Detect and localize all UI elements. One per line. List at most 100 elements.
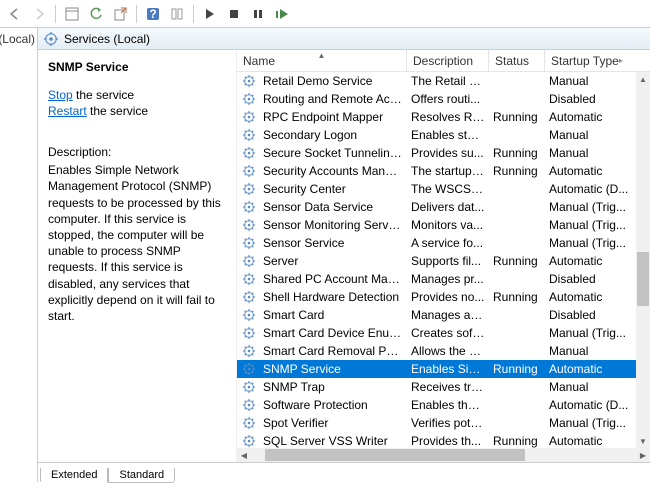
svc-status: Running xyxy=(489,254,545,268)
col-name[interactable]: Name▲ xyxy=(237,50,407,71)
sort-asc-icon: ▲ xyxy=(318,51,326,60)
vertical-scrollbar[interactable]: ▲ ▼ xyxy=(636,72,650,448)
gear-icon xyxy=(241,128,257,142)
svc-desc: Offers routi... xyxy=(407,92,489,106)
content-header: Services (Local) xyxy=(38,28,650,50)
svc-startup: Automatic xyxy=(545,164,633,178)
service-row[interactable]: SNMP ServiceEnables Sim...RunningAutomat… xyxy=(237,360,650,378)
tree-pane[interactable]: (Local) xyxy=(0,28,38,482)
scope-label: (Local) xyxy=(0,32,35,478)
svc-desc: Provides no... xyxy=(407,290,489,304)
service-row[interactable]: Software ProtectionEnables the ...Automa… xyxy=(237,396,650,414)
svc-startup: Manual (Trig... xyxy=(545,218,633,232)
svc-name: Shell Hardware Detection xyxy=(259,290,407,304)
service-row[interactable]: Retail Demo ServiceThe Retail D...Manual xyxy=(237,72,650,90)
details-pane: SNMP Service Stop the service Restart th… xyxy=(38,50,236,462)
svc-startup: Automatic xyxy=(545,110,633,124)
restart-button[interactable] xyxy=(271,3,293,25)
service-row[interactable]: Sensor ServiceA service fo...Manual (Tri… xyxy=(237,234,650,252)
col-startup[interactable]: Startup Type▸ xyxy=(545,50,650,71)
service-row[interactable]: Security Accounts ManagerThe startup ...… xyxy=(237,162,650,180)
svc-startup: Manual (Trig... xyxy=(545,326,633,340)
svc-name: Secondary Logon xyxy=(259,128,407,142)
scroll-up-icon[interactable]: ▲ xyxy=(636,72,650,86)
service-row[interactable]: Smart Card Removal PolicyAllows the s...… xyxy=(237,342,650,360)
svc-startup: Manual (Trig... xyxy=(545,236,633,250)
gear-icon xyxy=(241,398,257,412)
service-row[interactable]: Security CenterThe WSCSV...Automatic (D.… xyxy=(237,180,650,198)
refresh-button[interactable] xyxy=(85,3,107,25)
scroll-thumb-h[interactable] xyxy=(265,449,525,461)
col-status[interactable]: Status xyxy=(489,50,545,71)
content-title: Services (Local) xyxy=(64,32,150,46)
tab-extended[interactable]: Extended xyxy=(40,468,108,483)
gear-icon xyxy=(241,74,257,88)
service-row[interactable]: Shared PC Account ManagerManages pr...Di… xyxy=(237,270,650,288)
service-row[interactable]: Smart Card Device Enumera...Creates soft… xyxy=(237,324,650,342)
forward-button[interactable] xyxy=(28,3,50,25)
svc-startup: Disabled xyxy=(545,92,633,106)
svc-desc: Delivers dat... xyxy=(407,200,489,214)
svc-desc: A service fo... xyxy=(407,236,489,250)
gear-icon xyxy=(241,416,257,430)
scroll-thumb-v[interactable] xyxy=(637,252,649,306)
svc-desc: Verifies pote... xyxy=(407,416,489,430)
gear-icon xyxy=(241,146,257,160)
service-row[interactable]: Spot VerifierVerifies pote... Manual (Tri… xyxy=(237,414,650,432)
help-button[interactable]: ? xyxy=(142,3,164,25)
unknown-button-1[interactable] xyxy=(61,3,83,25)
column-headers: Name▲ Description Status Startup Type▸ xyxy=(237,50,650,72)
svc-status: Running xyxy=(489,434,545,448)
service-row[interactable]: Secure Socket Tunneling Pr...Provides su… xyxy=(237,144,650,162)
svc-startup: Automatic xyxy=(545,362,633,376)
description-label: Description: xyxy=(48,144,226,160)
export-button[interactable] xyxy=(109,3,131,25)
svc-status: Running xyxy=(489,290,545,304)
restart-link[interactable]: Restart xyxy=(48,104,87,118)
svc-name: RPC Endpoint Mapper xyxy=(259,110,407,124)
svc-startup: Disabled xyxy=(545,272,633,286)
col-description[interactable]: Description xyxy=(407,50,489,71)
tab-standard[interactable]: Standard xyxy=(108,468,175,483)
svc-name: Security Center xyxy=(259,182,407,196)
scroll-left-icon[interactable]: ◀ xyxy=(237,448,251,462)
stop-button[interactable] xyxy=(223,3,245,25)
horizontal-scrollbar[interactable]: ◀ ▶ xyxy=(237,448,650,462)
service-row[interactable]: SNMP TrapReceives tra...Manual xyxy=(237,378,650,396)
svc-desc: Resolves RP... xyxy=(407,110,489,124)
scroll-down-icon[interactable]: ▼ xyxy=(636,434,650,448)
service-row[interactable]: Shell Hardware DetectionProvides no...Ru… xyxy=(237,288,650,306)
svc-name: Smart Card Device Enumera... xyxy=(259,326,407,340)
gear-icon xyxy=(241,308,257,322)
svc-name: Server xyxy=(259,254,407,268)
scroll-right-icon[interactable]: ▶ xyxy=(636,448,650,462)
svc-startup: Manual xyxy=(545,74,633,88)
service-row[interactable]: Sensor Monitoring ServiceMonitors va...M… xyxy=(237,216,650,234)
service-row[interactable]: Secondary LogonEnables star...Manual xyxy=(237,126,650,144)
svc-desc: Creates soft... xyxy=(407,326,489,340)
svc-startup: Manual xyxy=(545,128,633,142)
start-button[interactable] xyxy=(199,3,221,25)
service-row[interactable]: Routing and Remote AccessOffers routi...… xyxy=(237,90,650,108)
service-row[interactable]: SQL Server VSS WriterProvides th...Runni… xyxy=(237,432,650,448)
service-row[interactable]: Smart CardManages ac...Disabled xyxy=(237,306,650,324)
gear-icon xyxy=(241,434,257,448)
svc-name: Sensor Data Service xyxy=(259,200,407,214)
pause-button[interactable] xyxy=(247,3,269,25)
gear-icon xyxy=(241,218,257,232)
svc-startup: Automatic xyxy=(545,254,633,268)
service-row[interactable]: ServerSupports fil...RunningAutomatic xyxy=(237,252,650,270)
svc-startup: Automatic (D... xyxy=(545,398,633,412)
back-button[interactable] xyxy=(4,3,26,25)
description-text: Enables Simple Network Management Protoc… xyxy=(48,162,226,324)
gear-icon xyxy=(241,380,257,394)
unknown-button-2[interactable] xyxy=(166,3,188,25)
svc-name: Software Protection xyxy=(259,398,407,412)
svc-name: Spot Verifier xyxy=(259,416,407,430)
svc-startup: Manual (Trig... xyxy=(545,416,633,430)
svc-startup: Automatic xyxy=(545,434,633,448)
service-row[interactable]: RPC Endpoint MapperResolves RP...Running… xyxy=(237,108,650,126)
svc-name: Retail Demo Service xyxy=(259,74,407,88)
stop-link[interactable]: Stop xyxy=(48,88,73,102)
service-row[interactable]: Sensor Data ServiceDelivers dat...Manual… xyxy=(237,198,650,216)
